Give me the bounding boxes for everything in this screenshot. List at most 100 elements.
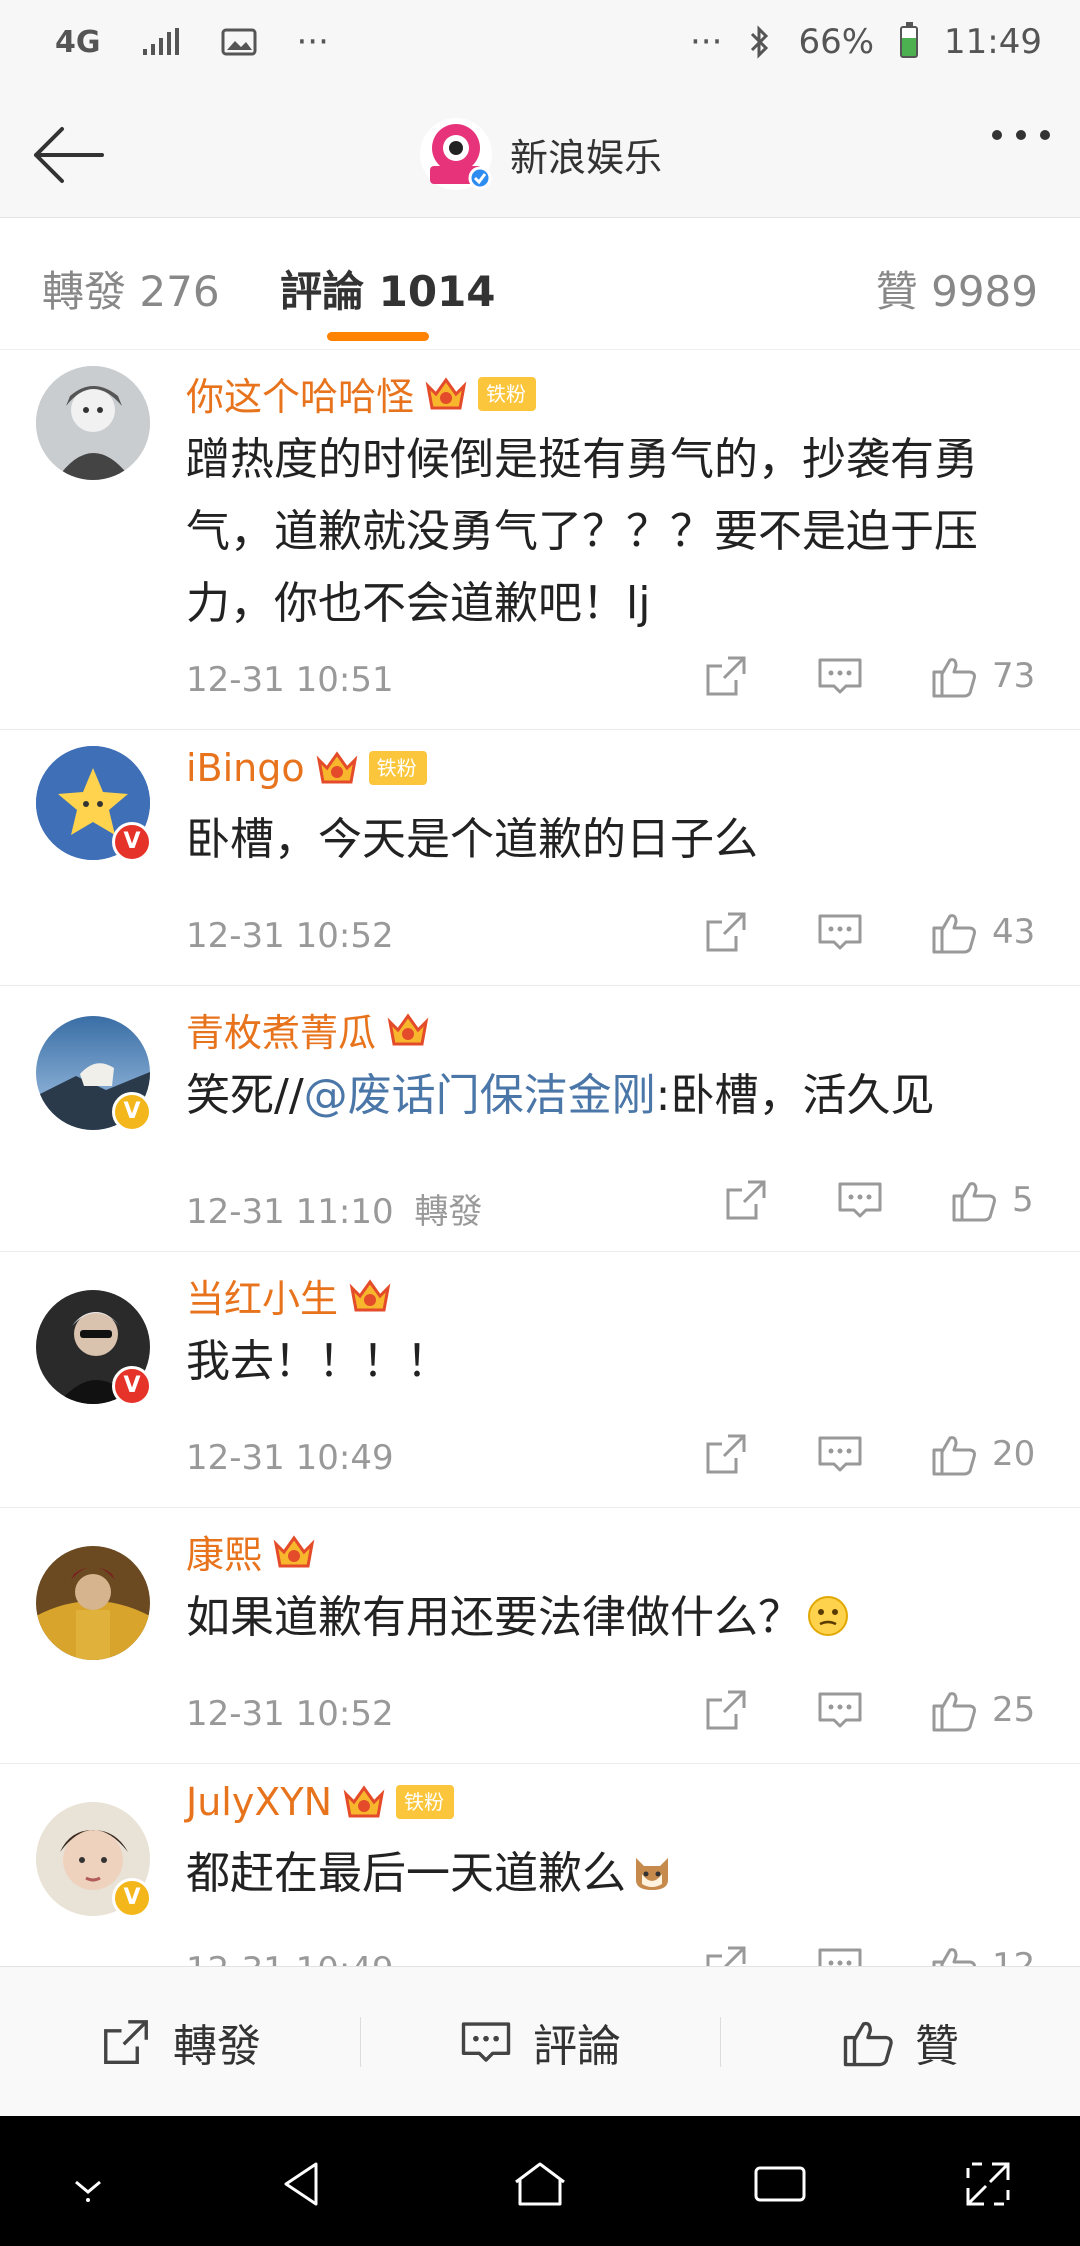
username-row: 当红小生	[186, 1268, 392, 1323]
nav-recents-icon[interactable]	[750, 2154, 810, 2214]
bottom-like-button[interactable]: 贊	[720, 1967, 1080, 2116]
like-count: 20	[992, 1434, 1036, 1474]
comment-text: 我去！！！！	[186, 1336, 450, 1387]
nav-home-icon[interactable]	[510, 2154, 570, 2214]
brand-avatar	[420, 118, 492, 190]
vip-crown-icon	[387, 1012, 429, 1045]
comment-meta: 12-31 11:10 轉發	[186, 1184, 482, 1233]
comment-actions: 5	[722, 1176, 1064, 1224]
repost-button[interactable]	[722, 1176, 836, 1224]
username-row: 康熙	[186, 1524, 316, 1579]
notification-overflow-icon: ···	[296, 22, 329, 62]
comment-button[interactable]	[816, 1942, 930, 1966]
like-count: 43	[992, 912, 1036, 952]
avatar[interactable]	[36, 366, 150, 480]
comment-actions: 20	[702, 1430, 1044, 1478]
share-icon	[706, 656, 746, 696]
like-button[interactable]: 12	[930, 1942, 1044, 1966]
app-header: 新浪娱乐	[0, 90, 1080, 218]
vip-crown-icon	[349, 1278, 391, 1311]
tab-like[interactable]: 贊 9989	[876, 258, 1038, 319]
like-button[interactable]: 5	[950, 1176, 1064, 1224]
username[interactable]: 当红小生	[186, 1268, 338, 1323]
comment-actions: 25	[702, 1686, 1044, 1734]
vip-crown-icon	[273, 1534, 315, 1567]
comment-button[interactable]	[816, 1430, 930, 1478]
repost-button[interactable]	[702, 908, 816, 956]
avatar[interactable]: V	[36, 746, 152, 862]
comment-button[interactable]	[816, 908, 930, 956]
vip-crown-icon	[316, 751, 357, 784]
more-dot-icon	[1040, 130, 1050, 140]
signal-icon	[142, 28, 179, 55]
comment-item: 康熙 如果道歉有用还要法律做什么？ 12-31 10:52 25	[0, 1508, 1080, 1764]
repost-button[interactable]	[702, 1430, 816, 1478]
more-options-button[interactable]	[992, 130, 1050, 140]
thumbs-up-icon	[932, 1692, 976, 1732]
comment-text: 如果道歉有用还要法律做什么？	[186, 1582, 1026, 1654]
repost-button[interactable]	[702, 1942, 816, 1966]
thumbs-up-icon	[932, 658, 976, 698]
verified-badge: V	[112, 1092, 152, 1132]
comment-button[interactable]	[836, 1176, 950, 1224]
comment-bubble-icon	[838, 1182, 882, 1218]
more-dot-icon	[992, 130, 1002, 140]
avatar[interactable]: V	[36, 1290, 152, 1406]
gallery-icon	[221, 28, 256, 56]
username[interactable]: 康熙	[186, 1524, 262, 1579]
hide-keyboard-icon[interactable]	[58, 2154, 118, 2214]
like-button[interactable]: 20	[930, 1430, 1044, 1478]
repost-button[interactable]	[702, 652, 816, 700]
bluetooth-icon	[751, 25, 769, 59]
tab-comment-label: 評論	[280, 267, 365, 316]
tab-repost[interactable]: 轉發 276	[42, 258, 220, 319]
username[interactable]: 青枚煮菁瓜	[186, 1002, 376, 1057]
bottom-action-bar: 轉發 評論 贊	[0, 1966, 1080, 2116]
avatar[interactable]	[36, 1546, 150, 1660]
thumbs-up-icon	[932, 1948, 976, 1966]
tab-comment[interactable]: 評論 1014	[280, 258, 496, 319]
comment-button[interactable]	[816, 1686, 930, 1734]
avatar[interactable]: V	[36, 1016, 152, 1132]
comment-bubble-icon	[818, 1436, 862, 1472]
bottom-comment-button[interactable]: 評論	[360, 1967, 720, 2116]
username-row: 青枚煮菁瓜	[186, 1002, 430, 1057]
comment-item: V 青枚煮菁瓜 笑死//@废话门保洁金刚:卧槽，活久见 12-31 11:10 …	[0, 986, 1080, 1252]
comment-button[interactable]	[816, 652, 930, 700]
back-button[interactable]	[28, 120, 108, 190]
verified-badge: V	[112, 1366, 152, 1406]
account-title[interactable]: 新浪娱乐	[420, 118, 662, 190]
comment-time: 12-31 10:52	[186, 916, 394, 956]
like-count: 25	[992, 1690, 1036, 1730]
avatar[interactable]: V	[36, 1802, 152, 1918]
comment-list[interactable]: 你这个哈哈怪 铁粉 蹭热度的时候倒是挺有勇气的，抄袭有勇气，道歉就没勇气了？？？…	[0, 350, 1080, 1966]
more-dot-icon	[1016, 130, 1026, 140]
battery-percent: 66%	[798, 22, 875, 62]
vip-crown-icon	[425, 376, 467, 409]
back-arrow-icon	[34, 127, 104, 183]
expand-screen-icon[interactable]	[958, 2154, 1018, 2214]
username[interactable]: 你这个哈哈怪	[186, 366, 414, 421]
tab-like-label: 贊	[875, 267, 918, 316]
share-icon	[706, 912, 746, 952]
thumbs-up-icon	[932, 914, 976, 954]
username[interactable]: iBingo	[186, 746, 305, 790]
fan-level-badge: 铁粉	[368, 751, 427, 785]
bottom-repost-label: 轉發	[173, 2020, 261, 2072]
repost-button[interactable]	[702, 1686, 816, 1734]
like-button[interactable]: 73	[930, 652, 1044, 700]
comment-time: 12-31 10:49	[186, 1438, 394, 1478]
share-icon	[104, 2019, 148, 2064]
like-button[interactable]: 25	[930, 1686, 1044, 1734]
comment-text-body: 都赶在最后一天道歉么	[186, 1848, 626, 1899]
status-more-icon: ···	[690, 22, 723, 62]
active-tab-indicator	[327, 332, 429, 341]
bottom-repost-button[interactable]: 轉發	[0, 1967, 360, 2116]
system-nav-bar	[0, 2116, 1080, 2246]
nav-back-icon[interactable]	[272, 2154, 332, 2214]
share-icon	[706, 1946, 746, 1966]
username[interactable]: JulyXYN	[186, 1780, 332, 1824]
like-count: 12	[992, 1946, 1036, 1966]
like-button[interactable]: 43	[930, 908, 1044, 956]
user-mention-link[interactable]: @废话门保洁金刚	[304, 1070, 656, 1121]
